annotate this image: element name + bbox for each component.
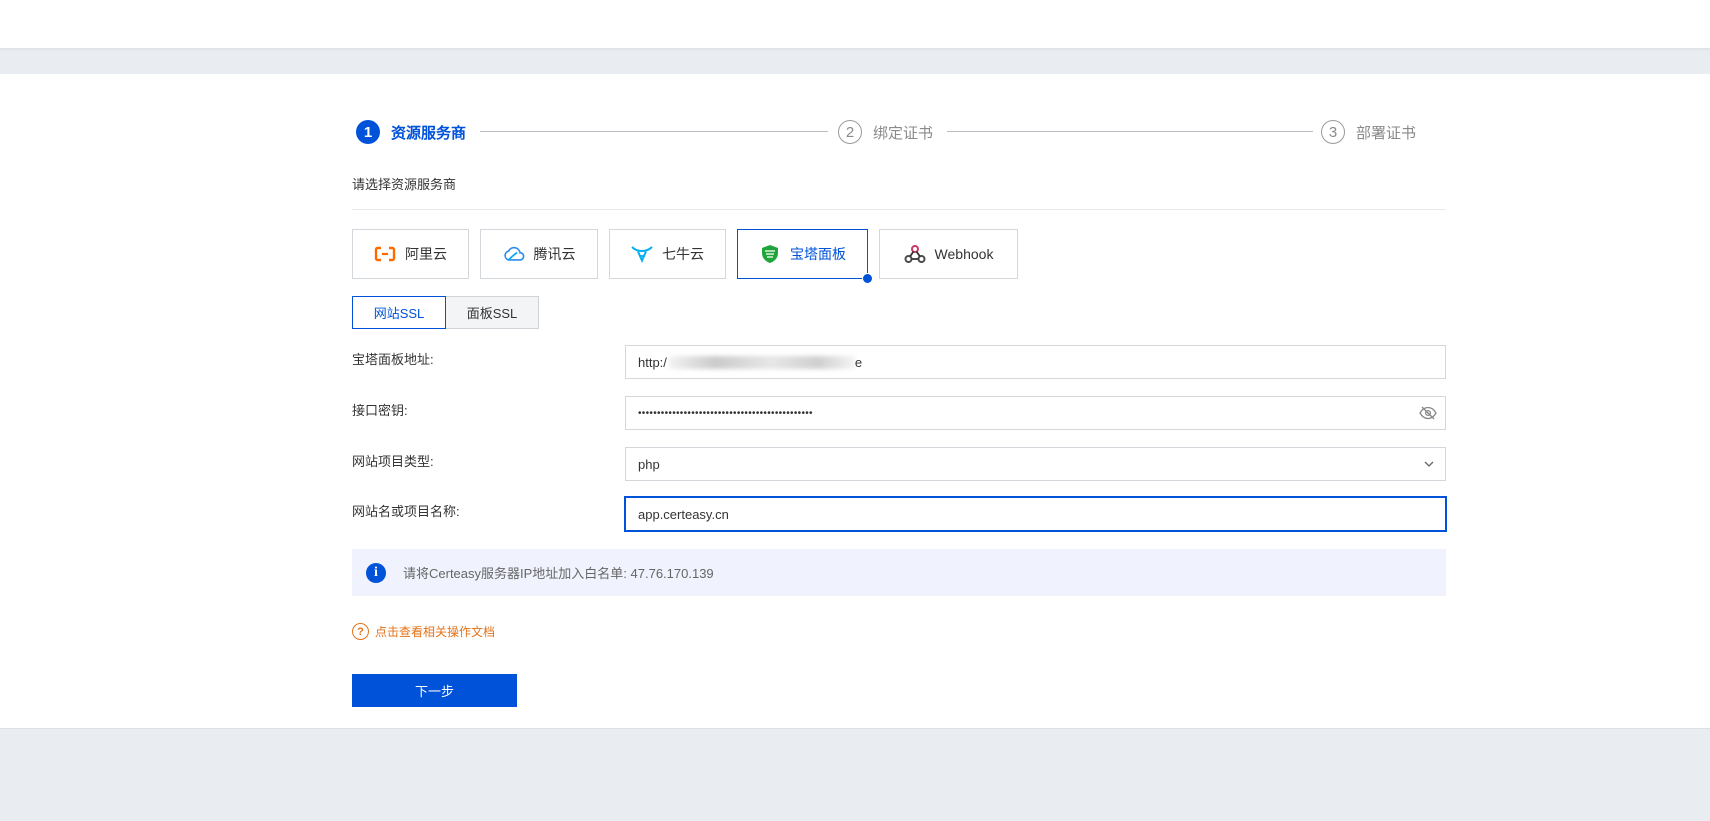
section-title: 请选择资源服务商 [352, 177, 457, 192]
provider-label: 阿里云 [405, 246, 447, 262]
panel-address-value-suffix: e [854, 354, 863, 370]
step-3-label: 部署证书 [1356, 124, 1417, 142]
step-2-number: 2 [838, 120, 862, 144]
redacted-value [668, 355, 855, 369]
step-1-number: 1 [356, 120, 380, 144]
step-1: 1 资源服务商 [356, 119, 466, 145]
provider-webhook[interactable]: Webhook [879, 229, 1018, 279]
webhook-icon [904, 243, 926, 265]
project-type-select[interactable]: php [625, 447, 1446, 481]
steps-progress: 1 资源服务商 2 绑定证书 3 部署证书 [356, 119, 1419, 145]
provider-label: 腾讯云 [533, 246, 576, 262]
project-type-value: php [638, 456, 660, 472]
site-name-input[interactable]: app.certeasy.cn [625, 497, 1446, 531]
tab-panel-ssl[interactable]: 面板SSL [445, 296, 539, 329]
selected-indicator-dot [862, 273, 873, 284]
api-key-input[interactable]: ••••••••••••••••••••••••••••••••••••••••… [625, 396, 1446, 430]
step-connector [480, 131, 828, 132]
step-connector [947, 131, 1313, 132]
eye-off-icon[interactable] [1419, 406, 1437, 420]
provider-tencent-cloud[interactable]: 腾讯云 [480, 229, 598, 279]
next-button[interactable]: 下一步 [352, 674, 517, 707]
step-3-number: 3 [1321, 120, 1345, 144]
panel-address-label: 宝塔面板地址: [352, 352, 434, 367]
tencent-cloud-icon [503, 243, 525, 265]
divider [352, 209, 1446, 210]
notice-text: 请将Certeasy服务器IP地址加入白名单: 47.76.170.139 [403, 566, 714, 581]
step-2: 2 绑定证书 [838, 119, 933, 145]
provider-label: Webhook [934, 246, 994, 262]
provider-baota[interactable]: 宝塔面板 [737, 229, 873, 284]
whitelist-notice: i 请将Certeasy服务器IP地址加入白名单: 47.76.170.139 [352, 549, 1446, 596]
top-bar [0, 0, 1710, 49]
provider-label: 七牛云 [662, 246, 704, 262]
tab-website-ssl[interactable]: 网站SSL [352, 296, 446, 329]
step-2-label: 绑定证书 [873, 124, 934, 142]
question-icon: ? [352, 623, 369, 640]
site-name-value: app.certeasy.cn [638, 506, 729, 522]
api-key-label: 接口密钥: [352, 403, 408, 418]
panel-address-value-prefix: http:/ [638, 354, 667, 370]
info-icon: i [366, 562, 386, 583]
chevron-down-icon [1423, 458, 1435, 470]
panel-address-input[interactable]: http:/ e [625, 345, 1446, 379]
baota-icon [759, 243, 781, 265]
aliyun-icon [374, 243, 396, 265]
provider-label: 宝塔面板 [790, 246, 846, 262]
site-name-label: 网站名或项目名称: [352, 504, 460, 519]
doc-link[interactable]: ? 点击查看相关操作文档 [352, 623, 495, 640]
provider-aliyun[interactable]: 阿里云 [352, 229, 469, 279]
step-3: 3 部署证书 [1321, 119, 1416, 145]
provider-qiniu[interactable]: 七牛云 [609, 229, 726, 279]
qiniu-icon [631, 243, 653, 265]
doc-link-text: 点击查看相关操作文档 [375, 625, 496, 639]
api-key-value: ••••••••••••••••••••••••••••••••••••••••… [638, 407, 813, 419]
step-1-label: 资源服务商 [391, 124, 467, 142]
project-type-label: 网站项目类型: [352, 454, 434, 469]
